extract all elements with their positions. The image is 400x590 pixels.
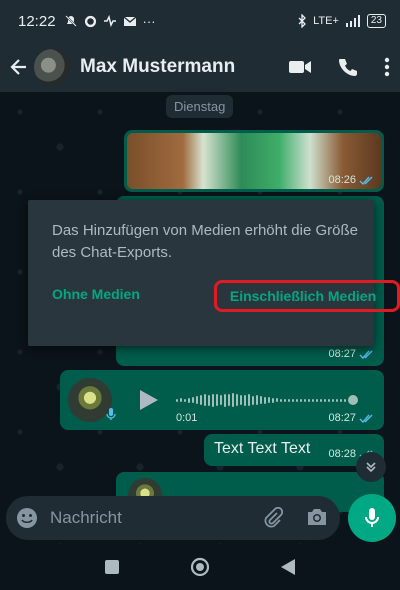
include-media-button[interactable]: Einschließlich Medien	[208, 282, 398, 310]
waveform-bar	[236, 394, 238, 406]
waveform-bar	[216, 394, 218, 406]
activity-icon	[103, 15, 116, 27]
waveform-bar	[260, 396, 262, 404]
mail-icon	[123, 16, 136, 26]
waveform-bar	[228, 394, 230, 406]
waveform-bar	[308, 398, 310, 402]
waveform-bar	[320, 398, 322, 402]
waveform-bar	[252, 395, 254, 405]
mic-icon	[365, 508, 379, 527]
waveform-bar	[220, 395, 222, 405]
waveform-bar	[240, 395, 242, 405]
back-button[interactable]	[6, 54, 32, 80]
waveform-bar	[224, 393, 226, 407]
waveform-bar	[192, 397, 194, 403]
nav-square-icon[interactable]	[104, 559, 120, 575]
read-receipt-icon	[359, 414, 373, 423]
waveform-bar	[344, 398, 346, 402]
status-bar: 12:22 ··· LTE+ 23	[0, 0, 400, 42]
waveform-bar	[268, 397, 270, 403]
waveform-bar	[256, 395, 258, 405]
waveform-bar	[300, 398, 302, 402]
message-input[interactable]: Nachricht	[6, 496, 340, 540]
waveform-bar	[312, 398, 314, 402]
play-icon[interactable]	[138, 388, 160, 412]
read-receipt-icon	[359, 350, 373, 359]
voice-message[interactable]: 0:01 08:27	[60, 370, 384, 430]
voice-duration: 0:01	[176, 412, 198, 424]
status-icons-right: LTE+ 23	[297, 14, 386, 28]
waveform-bar	[232, 393, 234, 407]
back-arrow-icon	[10, 59, 26, 75]
waveform-bar	[292, 398, 294, 402]
nav-back-icon[interactable]	[280, 558, 296, 576]
contact-avatar[interactable]	[34, 49, 70, 85]
image-message[interactable]: 08:26	[124, 130, 384, 192]
waveform-bar	[296, 398, 298, 402]
waveform-bar	[188, 397, 190, 403]
waveform-bar	[336, 398, 338, 402]
message-time: 08:27	[328, 348, 374, 360]
waveform-bar	[176, 398, 178, 402]
nav-circle-icon[interactable]	[190, 557, 210, 577]
waveform-bar	[328, 398, 330, 402]
phone-icon[interactable]	[338, 57, 358, 77]
without-media-button[interactable]: Ohne Medien	[52, 286, 140, 302]
voice-record-button[interactable]	[348, 494, 396, 542]
whatsapp-icon	[84, 15, 96, 27]
message-time: 08:26	[328, 174, 374, 186]
camera-icon[interactable]	[306, 507, 328, 527]
waveform-bar	[284, 398, 286, 402]
waveform-bar	[288, 398, 290, 402]
read-receipt-icon	[359, 176, 373, 185]
waveform-bar	[272, 397, 274, 403]
export-media-dialog: Das Hinzufügen von Medien erhöht die Grö…	[28, 200, 400, 346]
waveform-bar	[212, 393, 214, 407]
message-input-bar: Nachricht	[0, 492, 400, 544]
more-notifications-icon: ···	[142, 13, 156, 29]
battery-indicator: 23	[366, 14, 386, 28]
waveform-bar	[204, 394, 206, 406]
waveform-bar	[180, 398, 182, 402]
voice-waveform[interactable]	[176, 392, 372, 408]
status-icons-left: ···	[64, 14, 156, 29]
waveform-bar	[244, 394, 246, 406]
waveform-bar	[324, 398, 326, 402]
waveform-bar	[208, 394, 210, 406]
waveform-bar	[280, 398, 282, 402]
android-nav-bar	[0, 544, 400, 590]
signal-icon	[345, 15, 360, 27]
more-vert-icon[interactable]	[384, 57, 390, 77]
waveform-bar	[196, 396, 198, 404]
chevron-down-icon	[366, 462, 376, 473]
waveform-bar	[248, 394, 250, 406]
waveform-bar	[264, 396, 266, 404]
waveform-bar	[332, 398, 334, 402]
mute-icon	[64, 15, 77, 27]
attach-icon[interactable]	[262, 507, 284, 529]
waveform-bar	[184, 398, 186, 402]
chat-header: Max Mustermann	[0, 42, 400, 92]
waveform-bar	[340, 398, 342, 402]
waveform-bar	[200, 395, 202, 405]
waveform-bar	[304, 398, 306, 402]
video-call-icon[interactable]	[288, 59, 312, 75]
emoji-icon[interactable]	[16, 507, 38, 529]
message-text: Text Text Text	[214, 440, 311, 457]
scroll-down-button[interactable]	[356, 452, 386, 482]
message-time: 08:27	[328, 412, 374, 424]
bluetooth-icon	[298, 14, 307, 28]
waveform-playhead[interactable]	[348, 395, 358, 405]
waveform-bar	[316, 398, 318, 402]
mic-icon	[104, 406, 118, 422]
dialog-message: Das Hinzufügen von Medien erhöht die Grö…	[52, 222, 359, 261]
waveform-bar	[276, 398, 278, 402]
date-chip: Dienstag	[166, 95, 234, 118]
message-placeholder: Nachricht	[50, 508, 122, 527]
contact-name[interactable]: Max Mustermann	[80, 56, 235, 78]
network-type: LTE+	[313, 15, 339, 27]
status-time: 12:22	[18, 12, 56, 30]
